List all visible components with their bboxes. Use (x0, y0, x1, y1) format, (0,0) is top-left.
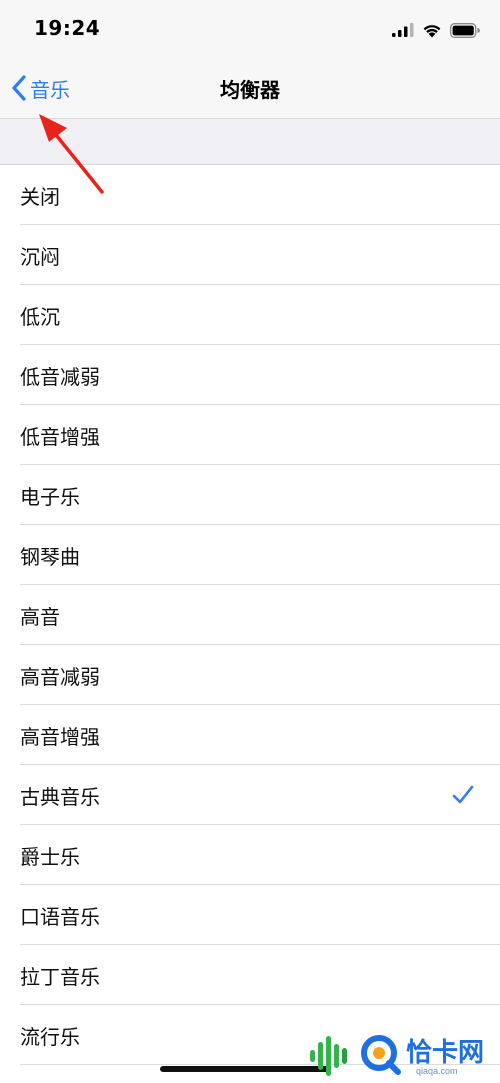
eq-option-row[interactable]: 低沉 (0, 285, 500, 345)
eq-option-label: 电子乐 (20, 484, 80, 509)
search-ring-logo-icon (361, 1035, 401, 1075)
eq-option-row[interactable]: 钢琴曲 (0, 525, 500, 585)
eq-option-row[interactable]: 沉闷 (0, 225, 500, 285)
eq-option-row[interactable]: 高音增强 (0, 705, 500, 765)
eq-option-label: 爵士乐 (20, 844, 80, 869)
eq-option-label: 拉丁音乐 (20, 964, 100, 989)
annotation-arrow-icon (39, 114, 104, 194)
cellular-signal-icon (392, 23, 414, 37)
eq-option-label: 古典音乐 (20, 784, 100, 809)
checkmark-icon (452, 785, 474, 804)
sound-wave-logo-icon (310, 1036, 347, 1076)
eq-option-row[interactable]: 电子乐 (0, 465, 500, 525)
eq-option-row[interactable]: 低音增强 (0, 405, 500, 465)
eq-option-label: 高音 (20, 604, 60, 629)
eq-option-row[interactable]: 高音 (0, 585, 500, 645)
eq-option-label: 钢琴曲 (20, 544, 80, 569)
watermark-text: 恰卡网 (406, 1038, 485, 1068)
eq-option-label: 口语音乐 (20, 904, 100, 929)
home-indicator[interactable] (160, 1066, 330, 1072)
equalizer-option-list: 关闭 沉闷 低沉 低音减弱 低音增强 电子乐 钢琴曲 高音 高音减弱 高音增强 古典音乐 爵士乐 口语音… (0, 165, 500, 1065)
eq-option-label: 低沉 (20, 304, 60, 329)
eq-option-row[interactable]: 低音减弱 (0, 345, 500, 405)
eq-option-label: 高音减弱 (20, 664, 100, 689)
eq-option-row[interactable]: 口语音乐 (0, 885, 500, 945)
wifi-icon (423, 24, 441, 37)
watermark-logo: 恰卡网 qiaqa.com (306, 1026, 500, 1083)
battery-icon (450, 22, 480, 38)
watermark-subtext: qiaqa.com (416, 1066, 458, 1076)
status-icons (392, 20, 480, 40)
eq-option-row[interactable]: 高音减弱 (0, 645, 500, 705)
eq-option-row[interactable]: 拉丁音乐 (0, 945, 500, 1005)
eq-option-label: 高音增强 (20, 724, 100, 749)
eq-option-label: 低音减弱 (20, 364, 100, 389)
eq-option-row[interactable]: 古典音乐 (0, 765, 500, 825)
status-time: 19:24 (34, 16, 101, 40)
equalizer-screen: 19:24 音乐 均衡器 关闭 沉闷 低沉 低音减弱 低音增强 电子乐 钢琴曲 … (0, 0, 500, 1083)
page-title: 均衡器 (220, 78, 280, 102)
eq-option-label: 沉闷 (20, 244, 60, 269)
eq-option-label: 低音增强 (20, 424, 100, 449)
eq-option-row[interactable]: 爵士乐 (0, 825, 500, 885)
status-bar: 19:24 (0, 0, 500, 58)
eq-option-label: 流行乐 (20, 1024, 80, 1049)
